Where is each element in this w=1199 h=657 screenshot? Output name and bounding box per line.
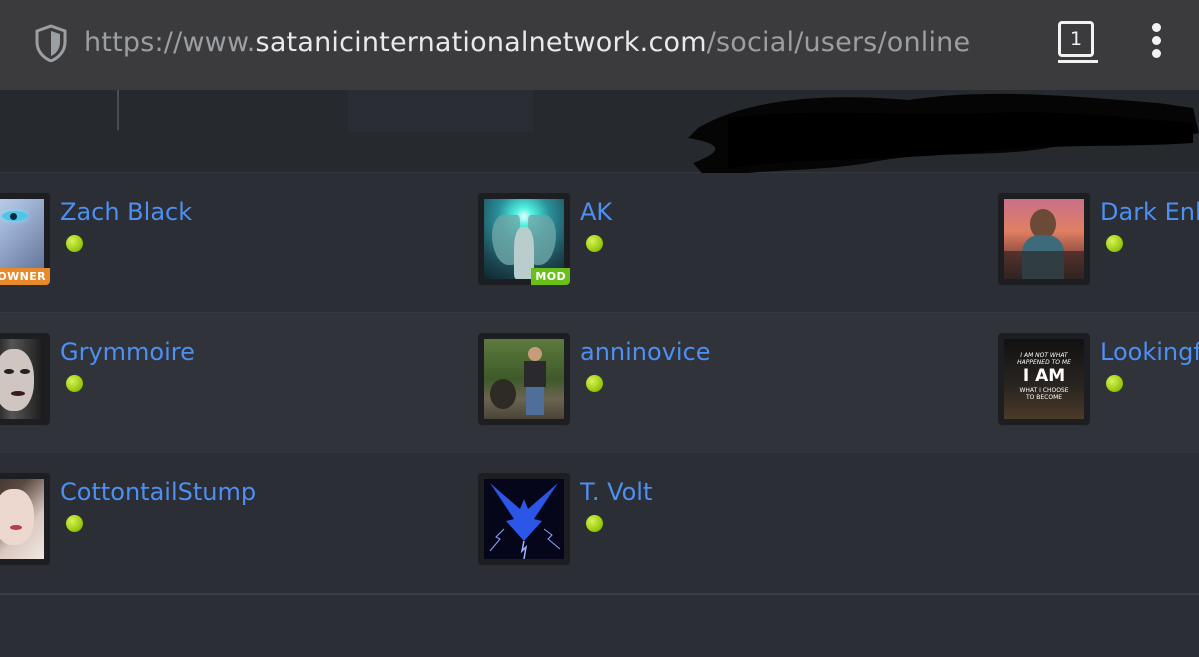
- avatar[interactable]: [998, 193, 1090, 285]
- member-name-link[interactable]: AK: [580, 197, 612, 227]
- member-row: Grymmoire anninovice I AM NOT WHAT HAPPE…: [0, 312, 1199, 454]
- url-path: /social/users/online: [706, 27, 971, 58]
- browser-url-bar: https://www.satanicinternationalnetwork.…: [0, 0, 1199, 90]
- member-name-link[interactable]: anninovice: [580, 337, 711, 367]
- avatar[interactable]: [478, 333, 570, 425]
- url-domain: satanicinternationalnetwork.com: [255, 27, 707, 58]
- online-status-icon: [1106, 235, 1123, 252]
- online-status-icon: [586, 235, 603, 252]
- address-field[interactable]: https://www.satanicinternationalnetwork.…: [84, 26, 970, 60]
- online-status-icon: [66, 515, 83, 532]
- tab-switcher-underline: [1058, 60, 1098, 63]
- member-name-link[interactable]: Zach Black: [60, 197, 192, 227]
- member-name-link[interactable]: Grymmoire: [60, 337, 195, 367]
- avatar[interactable]: [478, 473, 570, 565]
- avatar-quote-line: I AM: [1022, 366, 1066, 386]
- online-status-icon: [1106, 375, 1123, 392]
- avatar-quote-line: HAPPENED TO ME: [1017, 359, 1071, 366]
- member-row: OWNER Zach Black MOD AK Dark Enl: [0, 173, 1199, 313]
- avatar-quote-line: TO BECOME: [1025, 394, 1063, 401]
- overflow-menu-icon[interactable]: [1148, 23, 1164, 63]
- avatar[interactable]: MOD: [478, 193, 570, 285]
- shield-icon[interactable]: [34, 24, 68, 62]
- online-status-icon: [66, 235, 83, 252]
- nav-tab-active[interactable]: [348, 90, 533, 132]
- owner-badge: OWNER: [0, 268, 50, 285]
- avatar[interactable]: I AM NOT WHAT HAPPENED TO ME I AM WHAT I…: [998, 333, 1090, 425]
- tab-switcher-button[interactable]: 1: [1058, 21, 1094, 57]
- avatar-quote-line: WHAT I CHOOSE: [1019, 387, 1069, 394]
- member-row: CottontailStump T. Volt: [0, 453, 1199, 595]
- avatar[interactable]: OWNER: [0, 193, 50, 285]
- avatar[interactable]: [0, 473, 50, 565]
- avatar[interactable]: [0, 333, 50, 425]
- lightning-logo-icon: [489, 483, 561, 559]
- avatar-quote-line: I AM NOT WHAT: [1020, 352, 1068, 359]
- member-name-link[interactable]: CottontailStump: [60, 477, 256, 507]
- nav-divider: [117, 90, 119, 130]
- member-name-link[interactable]: Lookingf: [1100, 337, 1199, 367]
- online-status-icon: [586, 515, 603, 532]
- online-status-icon: [586, 375, 603, 392]
- member-name-link[interactable]: T. Volt: [580, 477, 652, 507]
- mod-badge: MOD: [531, 268, 570, 285]
- member-name-link[interactable]: Dark Enl: [1100, 197, 1199, 227]
- online-status-icon: [66, 375, 83, 392]
- url-scheme: https://www.: [84, 27, 256, 58]
